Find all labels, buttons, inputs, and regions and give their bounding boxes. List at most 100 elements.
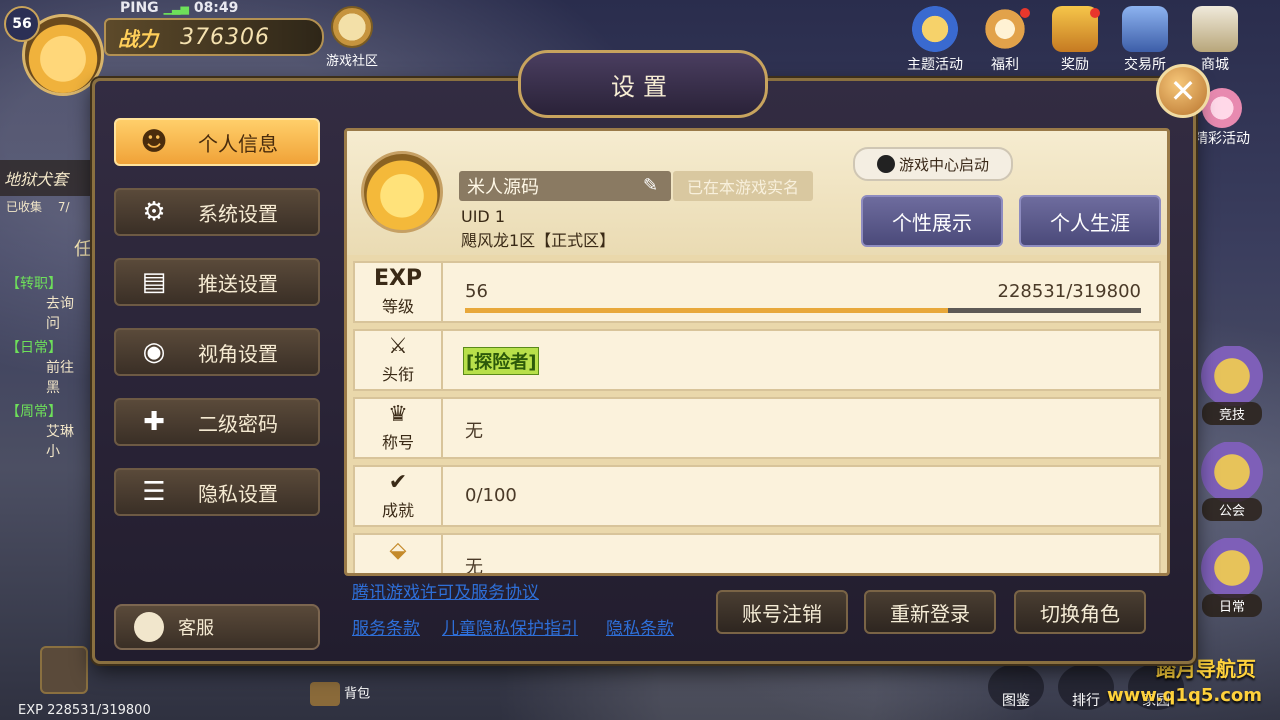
quest-tracker[interactable]: 地狱犬套 已收集 7/ 任 【转职】 去询问 【日常】 前往黑 【周常】 艾琳小 xyxy=(0,160,92,463)
community-icon xyxy=(331,6,373,48)
top-right-menu: 主题活动 福利 奖励 交易所 商城 xyxy=(900,6,1280,76)
gear-icon: ⚙ xyxy=(142,197,166,227)
extra-row: ⬙ 无 xyxy=(353,533,1161,576)
theme-activity-button[interactable]: 主题活动 xyxy=(900,6,970,74)
wonderful-label: 精彩活动 xyxy=(1194,131,1250,147)
pencil-icon[interactable]: ✎ xyxy=(643,175,665,197)
welfare-label: 福利 xyxy=(991,57,1019,73)
service-label: 客服 xyxy=(178,618,214,639)
privacy-policy-link[interactable]: 隐私条款 xyxy=(606,614,674,639)
quest-collected: 已收集 7/ xyxy=(0,196,92,217)
checkmark-icon: ✔ xyxy=(388,470,408,495)
level-row: EXP 等级 56 228531/319800 xyxy=(353,261,1161,323)
qq-game-center-button[interactable]: 游戏中心启动 xyxy=(853,147,1013,181)
exp-progress-bar xyxy=(465,308,1141,313)
shop-label: 商城 xyxy=(1201,57,1229,73)
quest-item[interactable]: 【周常】 艾琳小 xyxy=(0,399,92,463)
customer-service-button[interactable]: 客服 xyxy=(114,604,320,650)
menu-privacy-settings[interactable]: ☰ 隐私设置 xyxy=(114,468,320,516)
exp-icon-column: EXP 等级 xyxy=(355,263,443,321)
menu-system-settings[interactable]: ⚙ 系统设置 xyxy=(114,188,320,236)
quest-item[interactable]: 【转职】 去询问 xyxy=(0,271,92,335)
arena-icon xyxy=(1200,346,1264,406)
terms-of-service-link[interactable]: 服务条款 xyxy=(352,614,420,639)
community-button[interactable]: 游戏社区 xyxy=(322,6,382,69)
menu-label: 二级密码 xyxy=(198,411,278,436)
combat-power: 战力 376306 xyxy=(104,18,324,56)
extra-value: 无 xyxy=(465,557,483,576)
atlas-button[interactable]: 图鉴 xyxy=(988,664,1044,710)
quest-tag: 【日常】 xyxy=(6,340,62,356)
exchange-button[interactable]: 交易所 xyxy=(1110,6,1180,74)
realname-status: 已在本游戏实名 xyxy=(673,171,813,201)
quest-item[interactable]: 【日常】 前往黑 xyxy=(0,335,92,399)
power-value: 376306 xyxy=(180,24,270,50)
exchange-label: 交易所 xyxy=(1124,57,1166,73)
bottom-exp-readout: EXP 228531/319800 xyxy=(18,703,151,718)
player-name-field[interactable]: 米人源码 ✎ xyxy=(459,171,671,201)
title-row: ⚔ 头衔 [探险者] xyxy=(353,329,1161,391)
honor-icon-column: ♛ 称号 xyxy=(355,399,443,457)
bag-label: 背包 xyxy=(344,686,371,702)
quest-title: 地狱犬套 xyxy=(0,160,92,196)
ping-status: PING ▁▃▅ 08:49 xyxy=(120,0,238,16)
profile-header: 米人源码 ✎ 已在本游戏实名 UID 1 飓风龙1区【正式区】 游戏中心启动 个… xyxy=(347,131,1167,255)
achievement-value: 0/100 xyxy=(465,485,517,506)
license-agreement-link[interactable]: 腾讯游戏许可及服务协议 xyxy=(352,578,539,603)
guild-button[interactable]: 公会 xyxy=(1184,442,1280,532)
honor-value: 无 xyxy=(465,421,483,442)
notification-dot xyxy=(1090,8,1100,18)
skill-slot[interactable] xyxy=(40,646,88,694)
honor-row: ♛ 称号 无 xyxy=(353,397,1161,459)
exp-icon: EXP xyxy=(373,266,423,291)
relogin-button[interactable]: 重新登录 xyxy=(864,590,996,634)
guild-icon xyxy=(1200,442,1264,502)
exchange-icon xyxy=(1122,6,1168,52)
achievement-label: 成就 xyxy=(381,501,414,520)
arena-button[interactable]: 竞技 xyxy=(1184,346,1280,436)
ping-label: PING xyxy=(120,0,159,16)
cancel-account-button[interactable]: 账号注销 xyxy=(716,590,848,634)
menu-personal-info[interactable]: ☻ 个人信息 xyxy=(114,118,320,166)
menu-label: 视角设置 xyxy=(198,341,278,366)
profile-avatar[interactable] xyxy=(361,151,443,233)
power-label: 战力 xyxy=(118,26,158,51)
menu-secondary-password[interactable]: ✚ 二级密码 xyxy=(114,398,320,446)
qq-penguin-icon xyxy=(876,155,895,173)
arena-label: 竞技 xyxy=(1202,402,1262,425)
watermark-url: www.q1q5.com xyxy=(1106,685,1262,706)
switch-role-button[interactable]: 切换角色 xyxy=(1014,590,1146,634)
close-button[interactable]: ✕ xyxy=(1156,64,1210,118)
crown-icon: ♛ xyxy=(388,402,408,427)
player-level-badge: 56 xyxy=(4,6,40,42)
daily-button[interactable]: 日常 xyxy=(1184,538,1280,628)
menu-label: 系统设置 xyxy=(198,201,278,226)
shield-icon: ✚ xyxy=(143,407,165,437)
exp-count: 228531/319800 xyxy=(997,281,1142,302)
person-icon: ☻ xyxy=(140,127,168,157)
menu-push-settings[interactable]: ▤ 推送设置 xyxy=(114,258,320,306)
ranking-button[interactable]: 排行 xyxy=(1058,664,1114,710)
bag-button[interactable]: 背包 xyxy=(310,682,370,706)
reward-label: 奖励 xyxy=(1061,57,1089,73)
honor-label: 称号 xyxy=(381,433,414,452)
qq-launch-label: 游戏中心启动 xyxy=(898,155,989,174)
achievement-icon-column: ✔ 成就 xyxy=(355,467,443,525)
shop-button[interactable]: 商城 xyxy=(1180,6,1250,74)
quest-tab[interactable]: 任 xyxy=(0,233,92,263)
menu-label: 隐私设置 xyxy=(198,481,278,506)
menu-view-settings[interactable]: ◉ 视角设置 xyxy=(114,328,320,376)
reward-button[interactable]: 奖励 xyxy=(1040,6,1110,74)
player-uid: UID 1 xyxy=(461,207,506,226)
player-name: 米人源码 xyxy=(467,177,539,198)
personal-career-button[interactable]: 个人生涯 xyxy=(1019,195,1161,247)
menu-label: 个人信息 xyxy=(198,131,278,156)
headset-icon xyxy=(134,612,164,642)
child-privacy-link[interactable]: 儿童隐私保护指引 xyxy=(442,614,578,639)
theme-label: 主题活动 xyxy=(907,57,963,73)
personal-showcase-button[interactable]: 个性展示 xyxy=(861,195,1003,247)
clock-time: 08:49 xyxy=(193,0,239,16)
signal-icon: ▁▃▅ xyxy=(163,2,189,15)
daily-label: 日常 xyxy=(1202,594,1262,617)
welfare-button[interactable]: 福利 xyxy=(970,6,1040,74)
